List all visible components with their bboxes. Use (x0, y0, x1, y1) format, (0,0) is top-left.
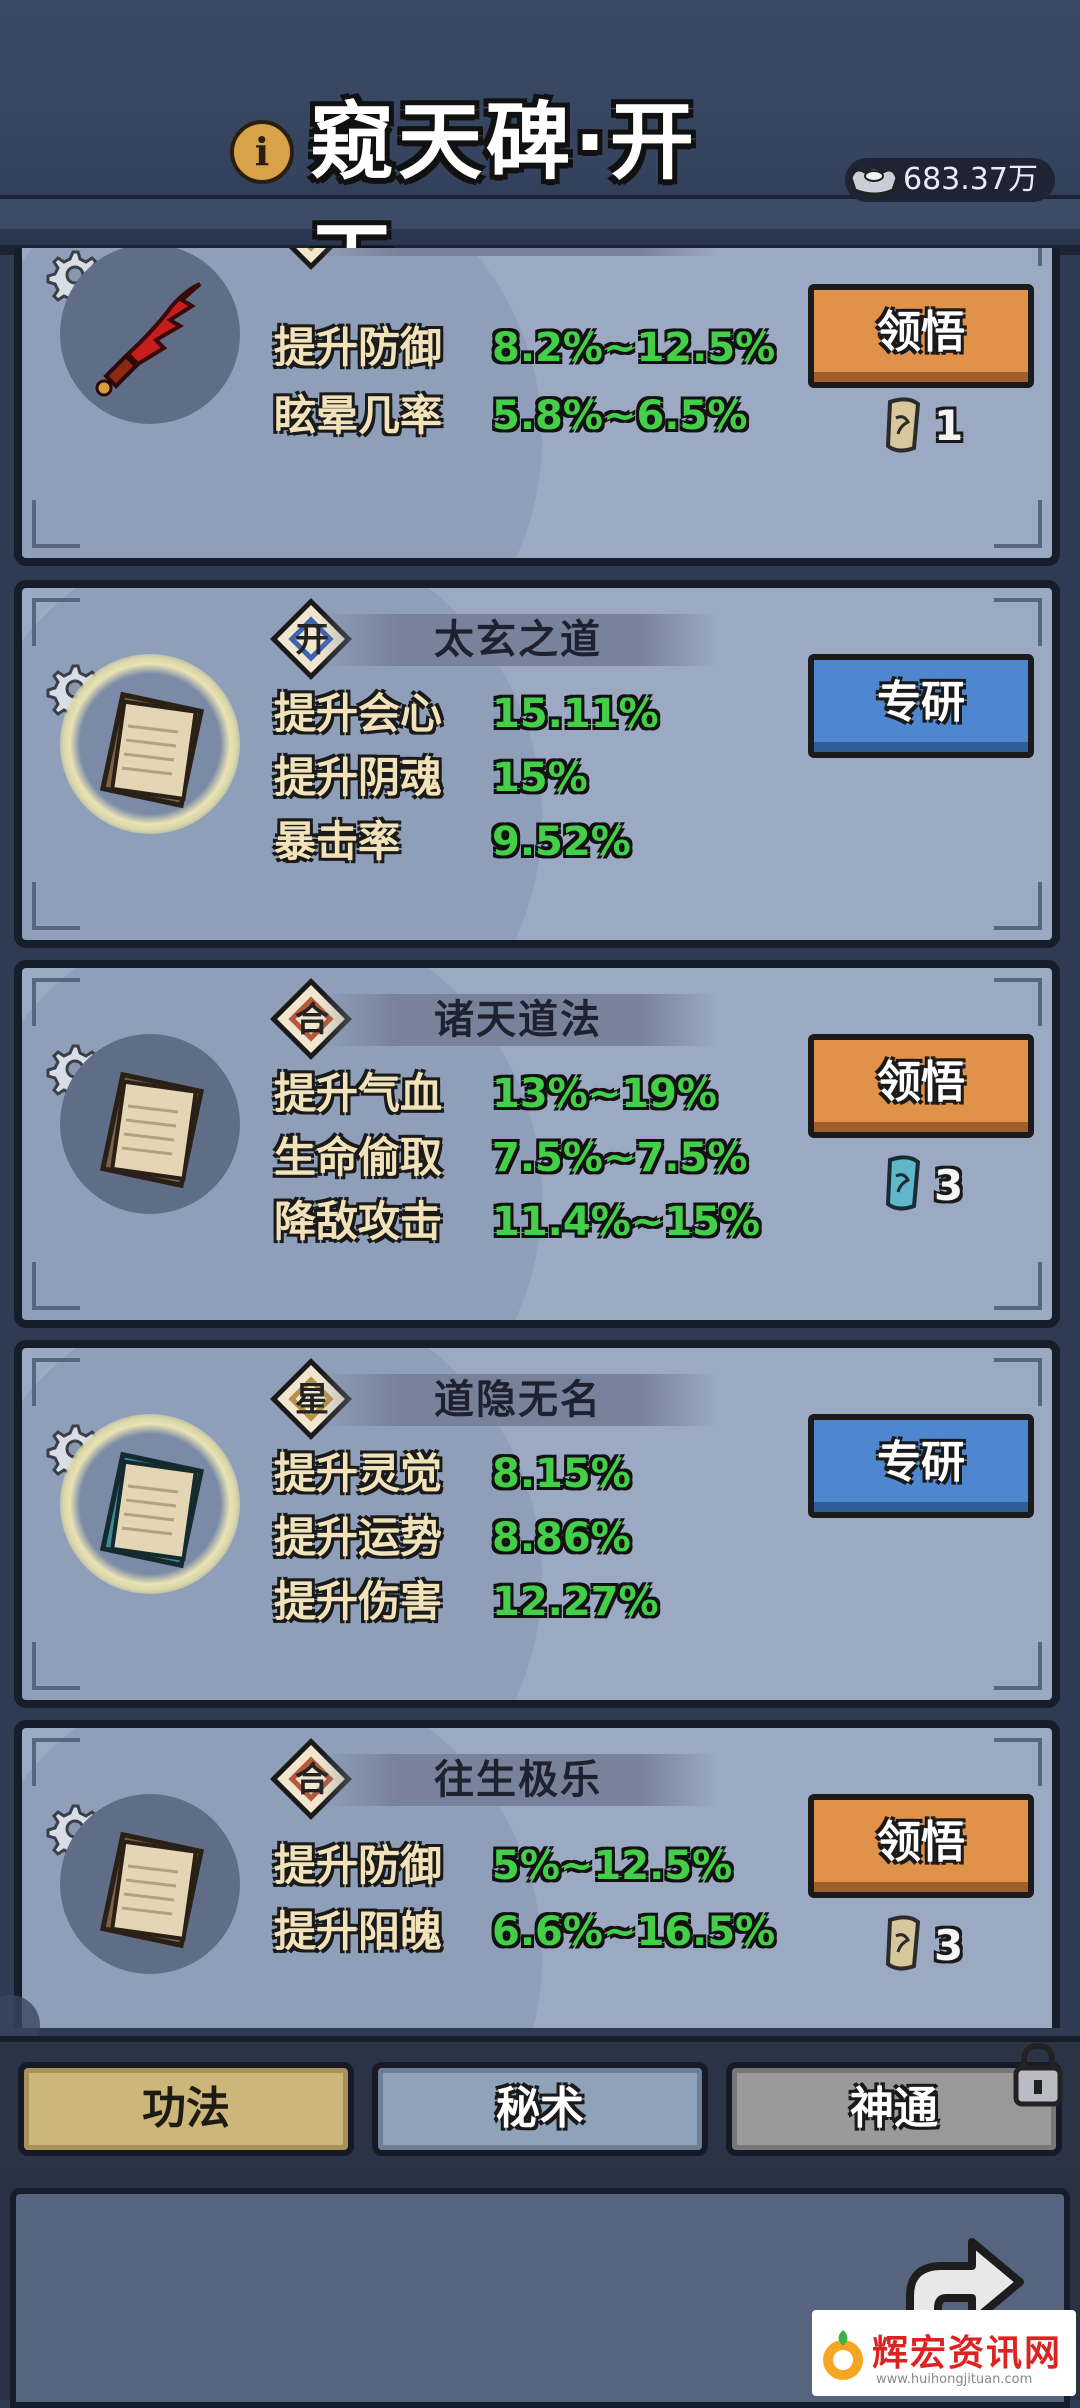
manual-book-icon (99, 1071, 205, 1189)
corner-ornament (32, 1262, 80, 1310)
top-header: i 窥天碑·开天 683.37万 (0, 0, 1080, 311)
corner-ornament (994, 248, 1042, 266)
stat-label: 生命偷取 (274, 1133, 443, 1182)
technique-name: 太玄之道 (434, 617, 602, 663)
silver-ingot-icon (849, 166, 899, 196)
stat-value: 6.6%~16.5% (492, 1909, 776, 1955)
teal-manual-book-icon (99, 1451, 205, 1569)
corner-ornament (32, 1642, 80, 1690)
watermark-url: www.huihongjituan.com (876, 2372, 1033, 2387)
stat-label: 提升防御 (274, 1841, 443, 1890)
stat-value: 5%~12.5% (492, 1843, 733, 1889)
tab-mishu[interactable]: 秘术 (372, 2062, 708, 2156)
technique-card: 合 往生极乐 提升防御 5%~12.5% 提升阳魄 6.6%~16.5% 领悟 … (14, 1720, 1060, 2028)
corner-ornament (32, 500, 80, 548)
stat-label: 眩晕几率 (274, 391, 443, 440)
stat-label: 提升气血 (274, 1069, 443, 1118)
research-button[interactable]: 专研 (808, 654, 1034, 758)
stat-label: 提升阴魂 (274, 753, 443, 802)
manual-book-icon (99, 1831, 205, 1949)
technique-card: 合 诸天道法 提升气血 13%~19% 生命偷取 7.5%~7.5% 降敌攻击 … (14, 960, 1060, 1328)
stat-value: 8.2%~12.5% (492, 325, 776, 371)
stat-value: 13%~19% (492, 1071, 717, 1117)
scroll-item-icon (885, 1915, 921, 1971)
corner-ornament (994, 882, 1042, 930)
stat-value: 15% (492, 755, 588, 801)
technique-list[interactable]: 星 道法自然 提升防御 8.2%~12.5% 眩晕几率 5.8%~6.5% 领悟… (0, 248, 1080, 2028)
stat-value: 5.8%~6.5% (492, 393, 748, 439)
stat-value: 11.4%~15% (492, 1199, 761, 1245)
blue-scroll-item-icon (885, 1155, 921, 1211)
technique-name: 往生极乐 (434, 1757, 602, 1803)
stat-value: 15.11% (492, 691, 659, 737)
scroll-item-icon (885, 397, 921, 453)
cost-count: 3 (934, 1161, 964, 1210)
watermark-logo-icon (823, 2330, 863, 2380)
technique-name: 道隐无名 (434, 1377, 602, 1423)
corner-ornament (32, 1738, 80, 1786)
watermark: 辉宏资讯网 www.huihongjituan.com (812, 2310, 1076, 2396)
technique-card: 星 道隐无名 提升灵觉 8.15% 提升运势 8.86% 提升伤害 12.27%… (14, 1340, 1060, 1708)
stat-label: 提升伤害 (274, 1577, 443, 1626)
page-title: 窥天碑·开天 (310, 93, 698, 311)
info-button[interactable]: i (230, 120, 294, 184)
research-button[interactable]: 专研 (808, 1414, 1034, 1518)
stat-value: 12.27% (492, 1579, 659, 1625)
comprehend-button[interactable]: 领悟 (808, 1794, 1034, 1898)
stat-label: 提升灵觉 (274, 1449, 443, 1498)
stat-label: 提升阳魄 (274, 1907, 443, 1956)
tab-bar: 功法 秘术 神通 (0, 2036, 1080, 2180)
manual-book-icon (99, 691, 205, 809)
watermark-text: 辉宏资讯网 (872, 2333, 1063, 2374)
currency-display: 683.37万 (845, 158, 1055, 202)
technique-name: 诸天道法 (434, 997, 602, 1043)
lock-icon (1013, 2042, 1063, 2107)
stat-value: 8.15% (492, 1451, 631, 1497)
comprehend-button[interactable]: 领悟 (808, 284, 1034, 388)
tab-gongfa[interactable]: 功法 (18, 2062, 354, 2156)
stat-label: 降敌攻击 (274, 1197, 443, 1246)
corner-ornament (994, 500, 1042, 548)
comprehend-button[interactable]: 领悟 (808, 1034, 1034, 1138)
corner-ornament (994, 978, 1042, 1026)
stat-value: 9.52% (492, 819, 631, 865)
cost-count: 3 (934, 1921, 964, 1970)
stat-label: 暴击率 (274, 817, 401, 866)
technique-card: 星 道法自然 提升防御 8.2%~12.5% 眩晕几率 5.8%~6.5% 领悟… (14, 248, 1060, 566)
corner-ornament (994, 1358, 1042, 1406)
corner-ornament (994, 1738, 1042, 1786)
red-sword-icon (95, 282, 202, 397)
stat-value: 7.5%~7.5% (492, 1135, 748, 1181)
corner-ornament (994, 598, 1042, 646)
corner-ornament (32, 882, 80, 930)
stat-label: 提升会心 (274, 689, 443, 738)
corner-ornament (994, 1262, 1042, 1310)
corner-ornament (32, 978, 80, 1026)
technique-card: 开 太玄之道 提升会心 15.11% 提升阴魂 15% 暴击率 9.52% 专研 (14, 580, 1060, 948)
stat-label: 提升防御 (274, 323, 443, 372)
currency-amount: 683.37万 (903, 162, 1038, 197)
corner-ornament (994, 1642, 1042, 1690)
corner-ornament (32, 598, 80, 646)
technique-name: 道法自然 (318, 248, 718, 258)
cost-count: 1 (934, 401, 964, 450)
stat-value: 8.86% (492, 1515, 631, 1561)
corner-ornament (32, 1358, 80, 1406)
stat-label: 提升运势 (274, 1513, 443, 1562)
